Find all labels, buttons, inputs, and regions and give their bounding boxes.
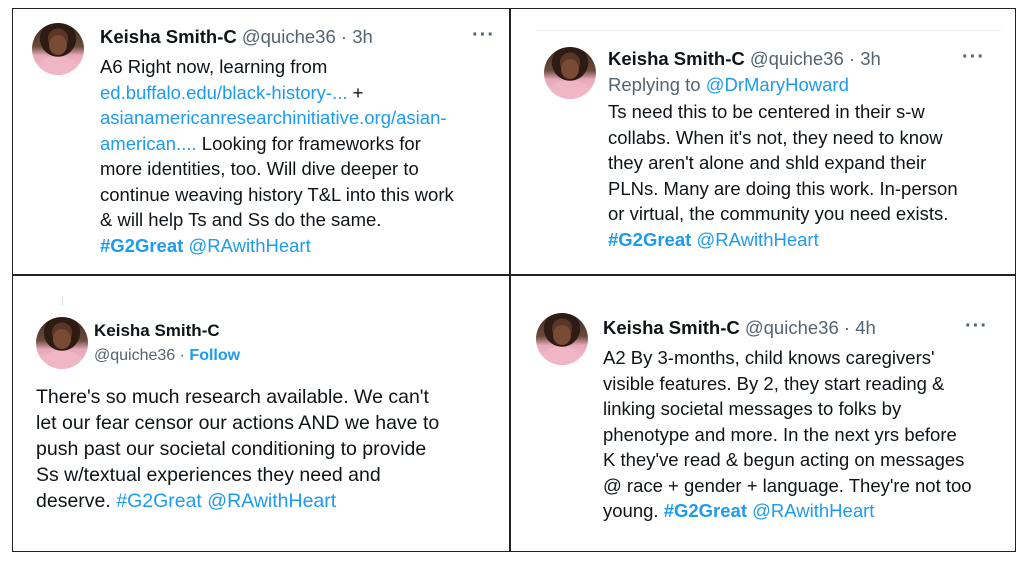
tweet-header: Keisha Smith-C @quiche36 · 4h xyxy=(603,317,876,339)
separator-dot: · xyxy=(179,347,185,364)
more-options-icon[interactable]: ··· xyxy=(472,24,495,47)
hashtag[interactable]: #G2Great xyxy=(100,235,183,256)
author-handle[interactable]: @quiche36 xyxy=(745,317,839,338)
handle-row: @quiche36 · Follow xyxy=(94,347,240,365)
more-options-icon[interactable]: ··· xyxy=(962,46,985,69)
tweet-line: A2 By 3-months, child knows caregivers' xyxy=(603,347,935,368)
tweet-card-1[interactable]: Keisha Smith-C @quiche36 · 3h ··· A6 Rig… xyxy=(14,10,508,272)
separator-dot: · xyxy=(843,317,851,338)
mention[interactable]: @RAwithHeart xyxy=(207,490,336,512)
replying-to: Replying to @DrMaryHoward xyxy=(608,74,849,96)
timestamp[interactable]: 3h xyxy=(352,26,373,47)
author-name: Keisha Smith-C xyxy=(94,321,220,340)
hashtag[interactable]: #G2Great xyxy=(116,490,202,512)
link[interactable]: asianamericanresearchinitiative.org/asia… xyxy=(100,105,454,131)
tweet-line: A6 Right now, learning from xyxy=(100,56,328,77)
tweet-header: Keisha Smith-C @quiche36 · 3h xyxy=(100,26,373,48)
author-handle[interactable]: @quiche36 xyxy=(242,26,336,47)
timestamp[interactable]: 3h xyxy=(860,48,881,69)
tweet-card-2[interactable]: Keisha Smith-C @quiche36 · 3h ··· Replyi… xyxy=(510,10,1014,272)
author-name[interactable]: Keisha Smith-C xyxy=(100,26,237,47)
hashtag[interactable]: #G2Great xyxy=(664,500,747,521)
tweet-header: Keisha Smith-C @quiche36 · 3h xyxy=(608,48,881,70)
tweet-text: There's so much research available. We c… xyxy=(36,384,439,514)
tweet-line: phenotype and more. In the next yrs befo… xyxy=(603,423,957,445)
more-options-icon[interactable]: ··· xyxy=(965,315,988,338)
tweet-line: young. xyxy=(603,500,659,521)
tweet-text: A6 Right now, learning from ed.buffalo.e… xyxy=(100,54,454,258)
author-name[interactable]: Keisha Smith-C xyxy=(608,48,745,69)
tweet-line: they aren't alone and shld expand their xyxy=(608,152,927,173)
avatar[interactable] xyxy=(32,23,84,75)
tweet-line: + xyxy=(347,81,364,103)
tweet-line: collabs. When it's not, they need to kno… xyxy=(608,126,943,148)
link[interactable]: ed.buffalo.edu/black-history-... xyxy=(100,82,348,103)
tweet-line: & will help Ts and Ss do the same. xyxy=(100,209,382,230)
tweet-text: A2 By 3-months, child knows caregivers' … xyxy=(603,345,972,524)
replying-to-mention[interactable]: @DrMaryHoward xyxy=(706,74,849,95)
tweet-line: deserve. xyxy=(36,490,111,512)
mention[interactable]: @RAwithHeart xyxy=(696,229,818,250)
tweet-line: PLNs. Many are doing this work. In-perso… xyxy=(608,177,958,199)
tweet-card-4[interactable]: Keisha Smith-C @quiche36 · 4h ··· A2 By … xyxy=(510,275,1014,550)
tweet-card-3[interactable]: Keisha Smith-C @quiche36 · Follow There'… xyxy=(14,275,508,550)
tweet-line: linking societal messages to folks by xyxy=(603,398,902,419)
mention[interactable]: @RAwithHeart xyxy=(188,235,310,256)
author-handle[interactable]: @quiche36 xyxy=(750,48,844,69)
tweet-line: Ts need this to be centered in their s-w xyxy=(608,101,925,122)
tweet-line: visible features. By 2, they start readi… xyxy=(603,372,945,394)
thread-line xyxy=(62,297,63,305)
tweet-line: Ss w/textual experiences they need and xyxy=(36,464,381,486)
tweet-line: @ race + gender + language. They're not … xyxy=(603,474,972,496)
tweet-line: or virtual, the community you need exist… xyxy=(608,203,949,224)
mention[interactable]: @RAwithHeart xyxy=(752,500,874,521)
tweet-text: Ts need this to be centered in their s-w… xyxy=(608,99,958,252)
separator-dot: · xyxy=(340,26,348,47)
avatar[interactable] xyxy=(36,317,88,369)
separator-dot: · xyxy=(848,48,856,69)
tweet-line: There's so much research available. We c… xyxy=(36,386,429,408)
tweet-line: K they've read & begun acting on message… xyxy=(603,449,965,470)
tweet-line: continue weaving history T&L into this w… xyxy=(100,183,454,205)
top-divider xyxy=(536,30,1002,31)
author-name[interactable]: Keisha Smith-C xyxy=(603,317,740,338)
tweet-line: let our fear censor our actions AND we h… xyxy=(36,412,440,434)
avatar[interactable] xyxy=(544,47,596,99)
avatar[interactable] xyxy=(536,313,588,365)
tweet-line: Looking for frameworks for xyxy=(196,132,421,154)
author-handle[interactable]: @quiche36 xyxy=(94,347,175,364)
tweet-line: more identities, too. Will dive deeper t… xyxy=(100,158,419,179)
hashtag[interactable]: #G2Great xyxy=(608,229,691,250)
link[interactable]: american.... xyxy=(100,133,197,154)
timestamp[interactable]: 4h xyxy=(855,317,876,338)
tweet-line: push past our societal conditioning to p… xyxy=(36,438,427,460)
replying-to-label: Replying to xyxy=(608,74,701,95)
follow-button[interactable]: Follow xyxy=(189,347,240,364)
